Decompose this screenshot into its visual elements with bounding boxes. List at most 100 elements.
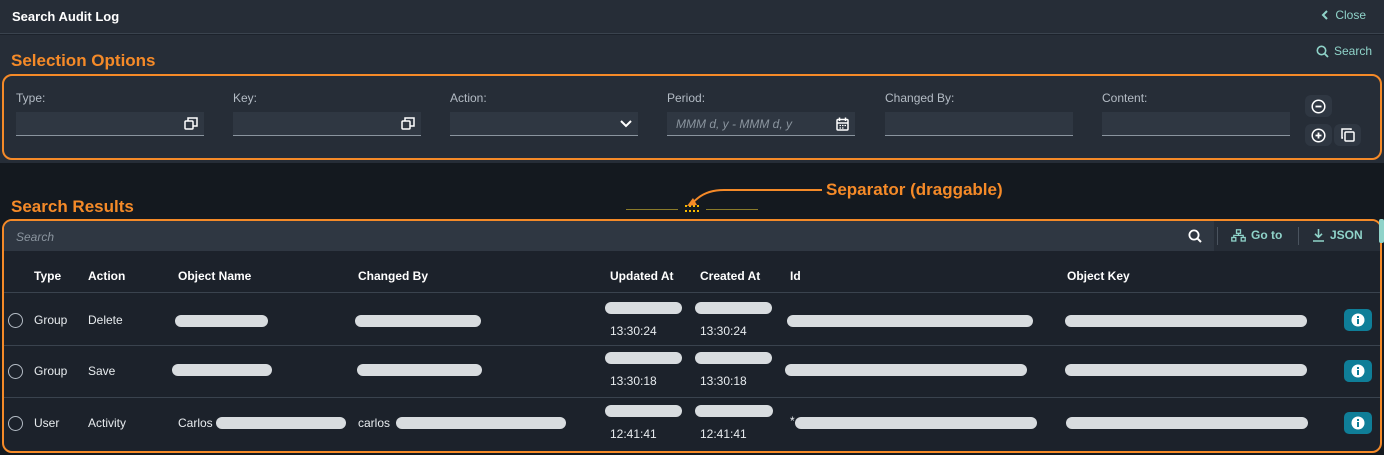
- redacted-object-key: [1065, 364, 1307, 376]
- changed-by-label: Changed By:: [885, 91, 955, 105]
- copy-filter-button[interactable]: [1334, 124, 1361, 146]
- scrollbar-thumb[interactable]: [1379, 219, 1384, 243]
- row-info-button[interactable]: [1344, 360, 1372, 382]
- table-row[interactable]: User Activity Carlos carlos 12:41:41 12:…: [4, 398, 1380, 450]
- redacted-id: [795, 417, 1037, 429]
- table-row[interactable]: Group Save 13:30:18 13:30:18: [4, 346, 1380, 398]
- redacted-updated-date: [605, 302, 682, 314]
- action-label: Action:: [450, 91, 487, 105]
- row-select-radio[interactable]: [8, 416, 23, 431]
- redacted-object-name: [216, 417, 346, 429]
- period-placeholder: MMM d, y - MMM d, y: [676, 117, 792, 131]
- redacted-changed-by: [355, 315, 481, 327]
- separator-line-right: [706, 209, 758, 210]
- json-download-button[interactable]: JSON: [1312, 228, 1363, 242]
- info-icon: [1351, 364, 1365, 378]
- column-header-id[interactable]: Id: [790, 269, 801, 283]
- dialog-title: Search Audit Log: [12, 9, 120, 24]
- redacted-object-name: [172, 364, 272, 376]
- info-icon: [1351, 416, 1365, 430]
- row-type: User: [34, 416, 60, 430]
- content-label: Content:: [1102, 91, 1148, 105]
- redacted-created-date: [695, 302, 772, 314]
- calendar-icon[interactable]: [836, 117, 849, 131]
- toolbar-divider: [1217, 227, 1218, 245]
- period-label: Period:: [667, 91, 706, 105]
- action-filter: Action:: [450, 91, 638, 136]
- close-label: Close: [1335, 8, 1366, 22]
- key-label: Key:: [233, 91, 258, 105]
- redacted-id: [787, 315, 1033, 327]
- redacted-object-key: [1066, 417, 1308, 429]
- plus-circle-icon: [1311, 127, 1326, 143]
- action-select[interactable]: [450, 112, 638, 136]
- type-label: Type:: [16, 91, 46, 105]
- column-header-object-key[interactable]: Object Key: [1067, 269, 1130, 283]
- copy-icon: [1340, 128, 1355, 142]
- table-header: Type Action Object Name Changed By Updat…: [4, 261, 1380, 293]
- row-type: Group: [34, 364, 68, 378]
- hierarchy-icon: [1231, 228, 1246, 242]
- row-created-time: 13:30:18: [700, 374, 747, 388]
- redacted-changed-by: [396, 417, 566, 429]
- search-icon[interactable]: [1188, 229, 1202, 243]
- column-header-created-at[interactable]: Created At: [700, 269, 760, 283]
- column-header-updated-at[interactable]: Updated At: [610, 269, 674, 283]
- filter-search-button[interactable]: Search: [1316, 44, 1372, 58]
- toolbar-divider: [1298, 227, 1299, 245]
- annotation-search-results: Search Results: [11, 197, 134, 216]
- row-changed-by: carlos: [358, 416, 391, 430]
- chevron-left-icon: [1321, 10, 1329, 20]
- row-updated-time: 12:41:41: [610, 427, 657, 441]
- row-created-time: 12:41:41: [700, 427, 747, 441]
- results-search-input[interactable]: Search: [4, 221, 1214, 251]
- add-filter-button[interactable]: [1305, 124, 1332, 146]
- annotation-selection-options: Selection Options: [11, 51, 156, 70]
- info-icon: [1351, 313, 1365, 327]
- type-input[interactable]: [16, 112, 204, 136]
- column-header-changed-by[interactable]: Changed By: [358, 269, 428, 283]
- content-filter: Content:: [1102, 91, 1290, 136]
- value-help-icon[interactable]: [184, 117, 198, 130]
- redacted-object-key: [1065, 315, 1307, 327]
- changed-by-input[interactable]: [885, 112, 1073, 136]
- remove-filter-button[interactable]: [1305, 95, 1332, 117]
- column-header-object-name[interactable]: Object Name: [178, 269, 251, 283]
- annotation-arrow: [687, 189, 822, 206]
- content-input[interactable]: [1102, 112, 1290, 136]
- results-toolbar: Search Go to JSON: [4, 221, 1380, 251]
- redacted-changed-by: [357, 364, 482, 376]
- period-input[interactable]: MMM d, y - MMM d, y: [667, 112, 855, 136]
- row-select-radio[interactable]: [8, 313, 23, 328]
- row-info-button[interactable]: [1344, 309, 1372, 331]
- redacted-updated-date: [605, 405, 682, 417]
- redacted-created-date: [695, 352, 772, 364]
- goto-button[interactable]: Go to: [1231, 228, 1282, 242]
- row-action: Delete: [88, 313, 123, 327]
- results-search-placeholder: Search: [16, 230, 55, 244]
- row-id: *: [790, 414, 795, 428]
- filter-search-label: Search: [1333, 44, 1372, 58]
- row-updated-time: 13:30:24: [610, 324, 657, 338]
- download-icon: [1313, 229, 1324, 242]
- column-header-action[interactable]: Action: [88, 269, 125, 283]
- row-updated-time: 13:30:18: [610, 374, 657, 388]
- close-button[interactable]: Close: [1321, 8, 1366, 22]
- key-input[interactable]: [233, 112, 421, 136]
- search-results-panel: Search Go to JSON Type Action Object Nam…: [2, 219, 1382, 453]
- row-object-name: Carlos: [178, 416, 213, 430]
- row-type: Group: [34, 313, 68, 327]
- row-action: Save: [88, 364, 116, 378]
- value-help-icon[interactable]: [401, 117, 415, 130]
- key-filter: Key:: [233, 91, 421, 136]
- redacted-id: [785, 364, 1027, 376]
- row-info-button[interactable]: [1344, 412, 1372, 434]
- table-row[interactable]: Group Delete 13:30:24 13:30:24: [4, 294, 1380, 346]
- json-label: JSON: [1330, 228, 1363, 242]
- minus-circle-icon: [1311, 98, 1326, 114]
- row-select-radio[interactable]: [8, 364, 23, 379]
- changed-by-filter: Changed By:: [885, 91, 1073, 136]
- column-header-type[interactable]: Type: [34, 269, 61, 283]
- chevron-down-icon: [620, 120, 632, 128]
- row-created-time: 13:30:24: [700, 324, 747, 338]
